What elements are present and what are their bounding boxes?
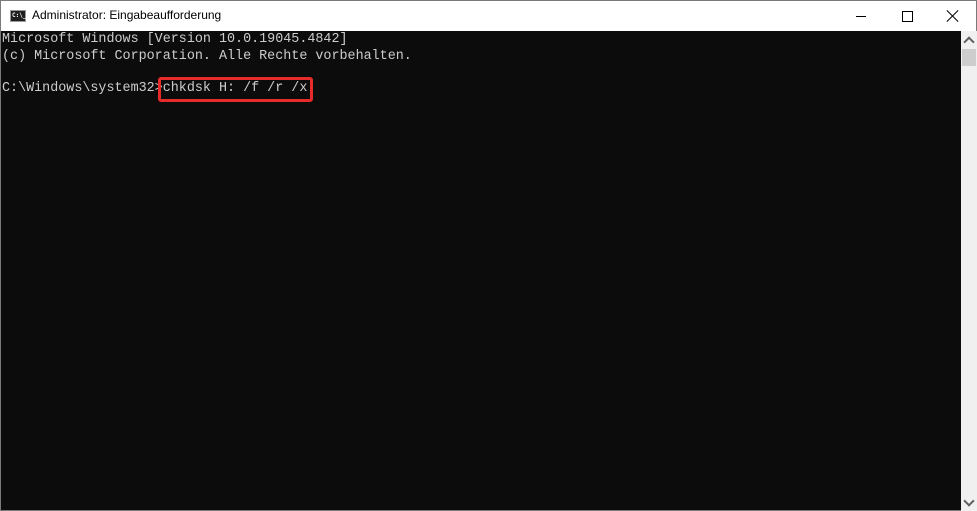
console-line-copyright: (c) Microsoft Corporation. Alle Rechte v… bbox=[2, 49, 412, 64]
close-button[interactable] bbox=[930, 1, 976, 31]
scrollbar-thumb[interactable] bbox=[962, 49, 976, 66]
window-title: Administrator: Eingabeaufforderung bbox=[32, 8, 222, 22]
maximize-button[interactable] bbox=[884, 1, 930, 31]
vertical-scrollbar[interactable] bbox=[961, 31, 977, 511]
chevron-down-icon bbox=[963, 494, 975, 507]
scroll-up-button[interactable] bbox=[961, 31, 977, 48]
cmd-icon[interactable]: C:\_ bbox=[10, 10, 26, 22]
prompt: C:\Windows\system32> bbox=[2, 81, 163, 96]
chevron-up-icon bbox=[963, 35, 975, 48]
scroll-down-button[interactable] bbox=[961, 494, 977, 511]
cmd-icon-glyph: C:\_ bbox=[12, 12, 27, 19]
cmd-window: C:\_ Administrator: Eingabeaufforderung … bbox=[0, 0, 977, 511]
minimize-button[interactable] bbox=[838, 1, 884, 31]
console-output[interactable]: Microsoft Windows [Version 10.0.19045.48… bbox=[1, 31, 961, 510]
minimize-icon bbox=[856, 15, 866, 17]
maximize-icon bbox=[901, 10, 913, 22]
close-icon bbox=[947, 10, 959, 22]
command-highlight-box bbox=[158, 77, 313, 102]
title-bar[interactable]: C:\_ Administrator: Eingabeaufforderung bbox=[1, 1, 976, 31]
console-line-version: Microsoft Windows [Version 10.0.19045.48… bbox=[2, 32, 348, 47]
